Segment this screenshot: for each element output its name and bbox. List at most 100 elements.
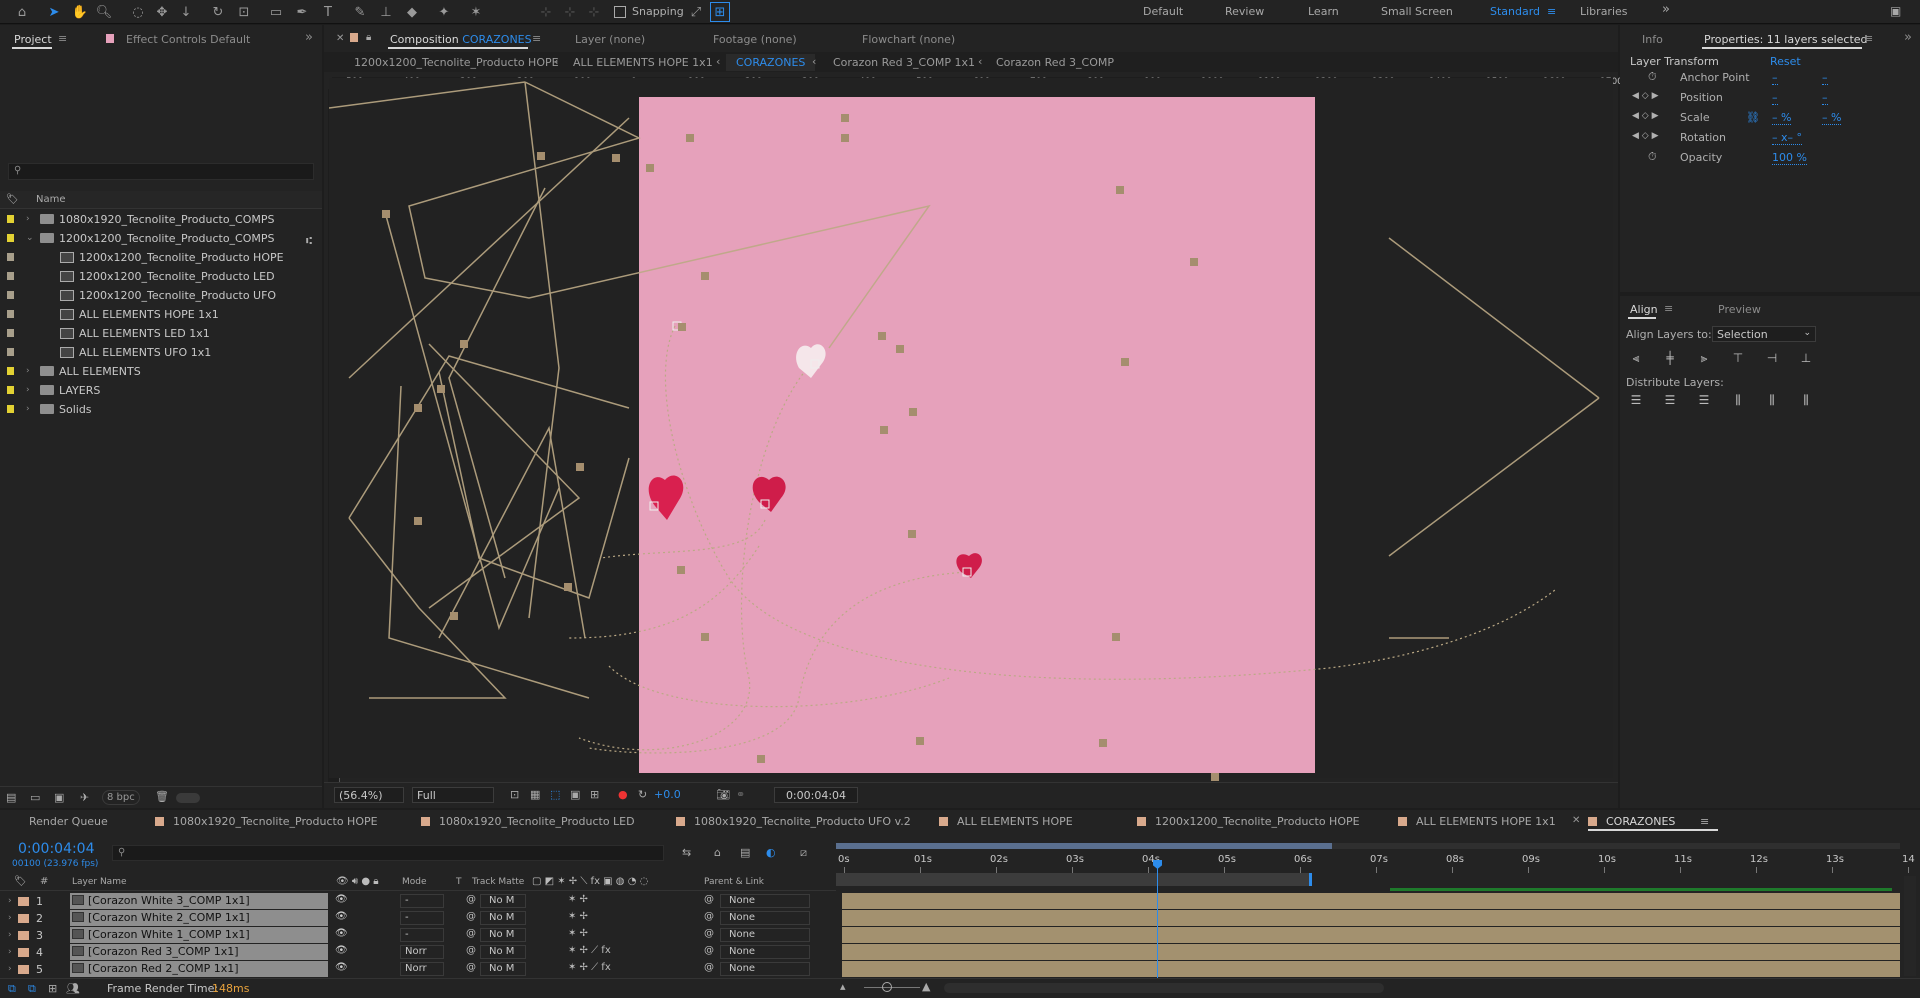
layer-duration-bar[interactable] [842,893,1900,909]
timeline-tab[interactable]: 1080x1920_Tecnolite_Producto UFO v.2 [676,815,911,828]
brush-tool-icon[interactable]: ✎ [350,2,370,22]
bpc-button[interactable]: 8 bpc [102,790,140,805]
timeline-scrollbar[interactable] [944,983,1384,993]
project-item[interactable]: 1200x1200_Tecnolite_Producto HOPE [0,248,320,267]
track-matte-dropdown[interactable]: No M [480,962,526,976]
puppet-pin-icon[interactable]: ✶ [466,2,486,22]
zoom-out-icon[interactable]: ▴ [840,980,846,993]
label-color-swatch[interactable] [7,234,14,242]
anchor-point-handle[interactable] [672,321,682,331]
label-color-swatch[interactable] [18,914,29,923]
visibility-eye-icon[interactable]: 👁︎ [335,894,348,905]
layer-switches-icons[interactable]: ✶ ✢ ⟋ fx [568,962,611,973]
parent-dropdown[interactable]: None [720,911,810,925]
rectangle-tool-icon[interactable]: ▭ [266,2,286,22]
exposure-value[interactable]: +0.0 [654,788,681,801]
search-help-icon[interactable]: ▣ [1890,4,1901,18]
keyframe-nav-icon[interactable]: ◀ ◇ ▶ [1632,131,1659,141]
timeline-tab[interactable]: CORAZONES [1588,815,1675,828]
home-icon[interactable]: ⌂ [12,2,32,22]
label-color-swatch[interactable] [7,253,14,261]
section-layer-transform[interactable]: Layer Transform [1630,55,1719,68]
project-item[interactable]: ⌄ 1200x1200_Tecnolite_Producto_COMPS [0,229,320,248]
more-workspaces-icon[interactable]: » [1662,2,1670,17]
timeline-search-input[interactable]: ⚲ [112,845,664,861]
transparency-grid-icon[interactable]: ▦ [530,788,540,801]
graph-editor-icon[interactable]: ⧄ [800,846,807,860]
pan-camera-icon[interactable]: ✥ [152,2,172,22]
mode-dropdown[interactable]: Norr [400,962,444,976]
tab-composition[interactable]: Composition CORAZONES [390,33,532,46]
project-item[interactable]: › Solids [0,400,320,419]
tab-footage[interactable]: Footage (none) [713,33,797,46]
timeline-tab[interactable]: ALL ELEMENTS HOPE 1x1 [1398,815,1556,828]
channel-icon[interactable]: ● [618,788,628,801]
breadcrumb-item[interactable]: Corazon Red 3_COMP [996,56,1114,69]
layer-name[interactable]: [Corazon Red 3_COMP 1x1] [70,944,328,960]
track-matte-dropdown[interactable]: No M [480,928,526,942]
track-matte-dropdown[interactable]: No M [480,894,526,908]
timeline-tab[interactable]: 1080x1920_Tecnolite_Producto LED [421,815,635,828]
label-tag-icon[interactable]: 🏷︎ [6,194,19,205]
workspace-menu-icon[interactable]: ≡ [1547,5,1556,18]
chevron-right-icon[interactable]: › [26,404,30,414]
distribute-right-icon[interactable]: ⫼ [1798,392,1814,408]
track-matte-pickwhip-icon[interactable]: @ [466,945,476,956]
layer-duration-bar[interactable] [842,927,1900,943]
breadcrumb-item[interactable]: Corazon Red 3_COMP 1x1 [833,56,975,69]
table-row[interactable]: › 5 [Corazon Red 2_COMP 1x1] 👁︎ Norr @ No M ✶ ✢… [0,961,1920,978]
reset-exposure-icon[interactable]: ↻ [638,788,647,801]
stopwatch-icon[interactable]: ⏱︎ [1648,70,1657,84]
region-of-interest-icon[interactable]: ▣ [570,788,580,801]
breadcrumb-item[interactable]: ALL ELEMENTS HOPE 1x1 [573,56,713,69]
layer-name[interactable]: [Corazon Red 2_COMP 1x1] [70,961,328,977]
eraser-tool-icon[interactable]: ◆ [402,2,422,22]
mode-dropdown[interactable]: - [400,911,444,925]
project-item[interactable]: 1200x1200_Tecnolite_Producto UFO [0,286,320,305]
workspace-review[interactable]: Review [1225,5,1264,18]
align-horizontal-center-icon[interactable]: ╪ [1662,350,1678,366]
chevron-right-icon[interactable]: › [8,930,12,940]
current-time-display[interactable]: 0:00:04:04 [18,841,95,857]
timeline-vertical-scrollbar[interactable] [1904,876,1916,976]
panel-menu-icon[interactable]: ≡ [1700,815,1709,828]
clone-stamp-icon[interactable]: ⊥ [376,2,396,22]
project-item[interactable]: ALL ELEMENTS HOPE 1x1 [0,305,320,324]
panel-menu-icon[interactable]: ≡ [1864,32,1873,45]
visibility-eye-icon[interactable]: 👁︎ [335,928,348,939]
workspace-default[interactable]: Default [1143,5,1183,18]
heart-red-shape[interactable] [956,553,982,578]
lock-icon[interactable]: 🔒︎ [366,32,371,43]
work-area-bar[interactable] [836,843,1332,849]
project-search-input[interactable]: ⚲ [8,163,314,180]
snap-options-icon[interactable]: ⤢ [686,2,706,22]
transfer-controls-toggle-icon[interactable]: ⧉ [28,982,36,996]
chevron-right-icon[interactable]: › [8,947,12,957]
mode-dropdown[interactable]: - [400,894,444,908]
project-item[interactable]: › ALL ELEMENTS [0,362,320,381]
parent-pickwhip-icon[interactable]: @ [704,945,714,956]
keyframe-nav-icon[interactable]: ◀ ◇ ▶ [1632,91,1659,101]
label-color-swatch[interactable] [7,291,14,299]
layer-name[interactable]: [Corazon White 1_COMP 1x1] [70,927,328,943]
label-tag-icon[interactable]: 🏷︎ [14,876,27,887]
track-matte-dropdown[interactable]: No M [480,945,526,959]
tab-preview[interactable]: Preview [1718,303,1761,316]
heart-red-shape[interactable] [648,475,684,520]
project-item[interactable]: › 1080x1920_Tecnolite_Producto_COMPS [0,210,320,229]
flowchart-icon[interactable]: ⑆ [306,236,312,247]
property-value[interactable]: – % [1822,111,1842,125]
label-color-swatch[interactable] [7,367,14,375]
project-item[interactable]: ALL ELEMENTS LED 1x1 [0,324,320,343]
current-time-field[interactable]: 0:00:04:04 [774,787,858,803]
timeline-tab[interactable]: 1200x1200_Tecnolite_Producto HOPE [1137,815,1360,828]
in-out-toggle-icon[interactable]: ⊞ [48,982,57,995]
label-color-swatch[interactable] [7,310,14,318]
playhead-line[interactable] [1157,868,1158,980]
table-row[interactable]: › 3 [Corazon White 1_COMP 1x1] 👁︎ - @ No M ✶ ✢ @… [0,927,1920,944]
table-row[interactable]: › 4 [Corazon Red 3_COMP 1x1] 👁︎ Norr @ No M ✶ ✢… [0,944,1920,961]
zoom-slider-handle[interactable] [882,982,892,992]
chevron-down-icon[interactable]: ⌄ [26,233,34,243]
property-value[interactable]: – % [1772,111,1792,125]
timeline-tab[interactable]: Render Queue [29,815,108,828]
